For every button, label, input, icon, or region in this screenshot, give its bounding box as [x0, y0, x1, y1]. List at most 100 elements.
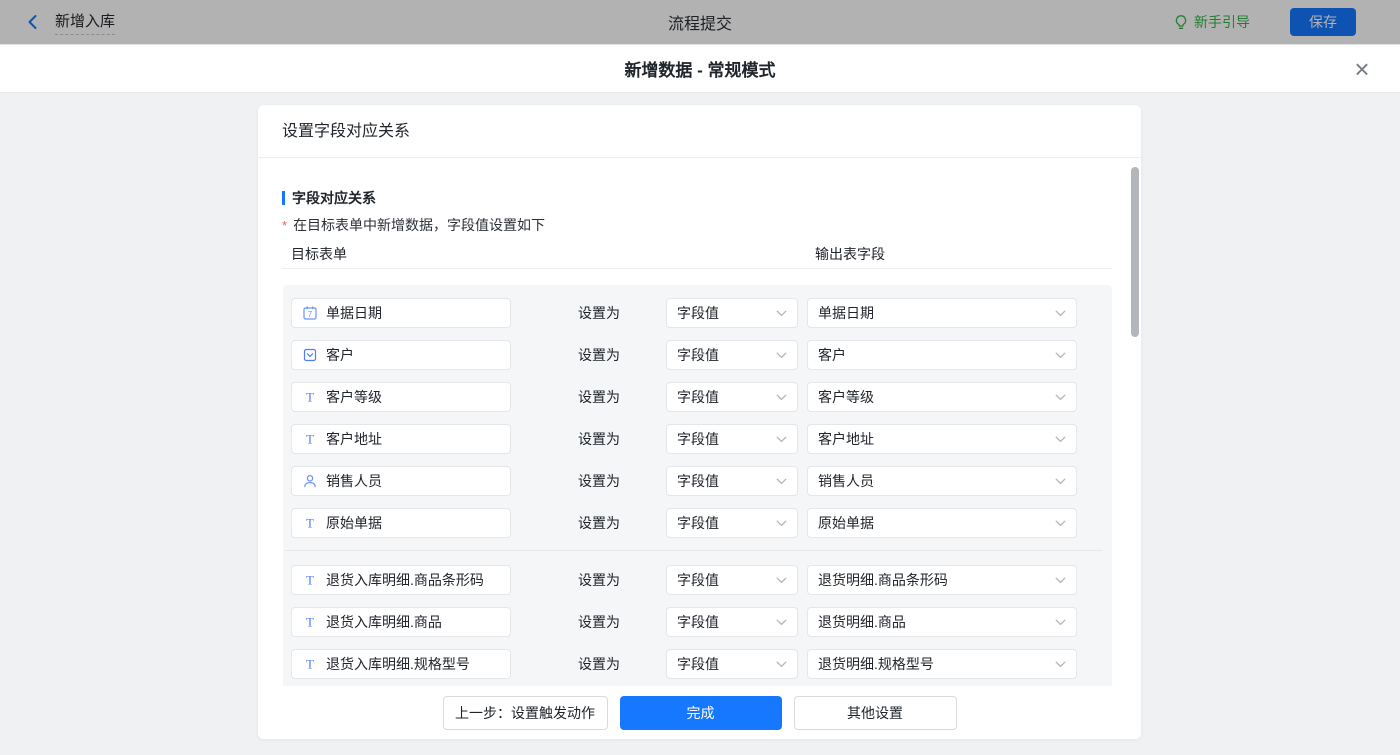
mapping-row: T客户等级设置为字段值客户等级 [291, 382, 1112, 412]
target-field-box: T客户地址 [291, 424, 511, 454]
column-divider [282, 268, 1112, 269]
section-description-text: 在目标表单中新增数据，字段值设置如下 [293, 217, 545, 233]
column-header-output: 输出表字段 [815, 244, 885, 264]
set-as-label: 设置为 [578, 345, 620, 365]
chevron-down-icon [776, 478, 787, 485]
group-divider [285, 550, 1102, 551]
chevron-down-icon [776, 436, 787, 443]
user-icon [302, 473, 318, 489]
svg-text:T: T [306, 657, 314, 672]
target-field-box: T退货入库明细.规格型号 [291, 649, 511, 679]
mapping-row: T客户地址 设置为 字段值 客户地址 [291, 424, 1112, 454]
set-as-label: 设置为 [578, 429, 620, 449]
output-field-select[interactable]: 退货明细.商品条形码 [807, 565, 1077, 595]
target-field-box: T 退货入库明细.商品 [291, 607, 511, 637]
lightbulb-icon [1173, 14, 1189, 30]
value-mode-select[interactable]: 字段值 [666, 340, 798, 370]
target-field-label: 退货入库明细.商品 [326, 612, 442, 632]
done-button[interactable]: 完成 [620, 696, 782, 730]
set-as-label: 设置为 [578, 654, 620, 674]
set-as-label: 设置为 [578, 612, 620, 632]
guide-link[interactable]: 新手引导 [1173, 12, 1250, 32]
target-field-label: 客户 [326, 345, 354, 365]
section-accent-bar [282, 191, 285, 205]
target-field-label: 客户地址 [326, 429, 382, 449]
section-title: 字段对应关系 [282, 188, 376, 208]
output-field-select[interactable]: 原始单据 [807, 508, 1077, 538]
value-mode-select[interactable]: 字段值 [666, 508, 798, 538]
other-settings-button[interactable]: 其他设置 [794, 696, 957, 730]
output-field-select[interactable]: 客户等级 [807, 382, 1077, 412]
chevron-down-icon [1055, 478, 1066, 485]
target-field-label: 销售人员 [326, 471, 382, 491]
select-icon [302, 347, 318, 363]
value-mode-text: 字段值 [677, 303, 719, 323]
section-description: *在目标表单中新增数据，字段值设置如下 [282, 215, 545, 235]
output-field-select[interactable]: 单据日期 [807, 298, 1077, 328]
topbar: 新增入库 流程提交 新手引导 保存 [0, 0, 1400, 45]
output-field-text: 客户地址 [818, 429, 874, 449]
chevron-down-icon [776, 619, 787, 626]
value-mode-select[interactable]: 字段值 [666, 424, 798, 454]
prev-step-button[interactable]: 上一步：设置触发动作 [443, 696, 608, 730]
mapping-list: 7单据日期设置为字段值单据日期客户设置为字段值客户T客户等级设置为字段值客户等级… [283, 285, 1112, 686]
guide-label: 新手引导 [1194, 12, 1250, 32]
modal-title: 新增数据 - 常规模式 [624, 56, 775, 81]
value-mode-text: 字段值 [677, 612, 719, 632]
calendar-icon: 7 [302, 305, 318, 321]
section-title-text: 字段对应关系 [292, 188, 376, 208]
output-field-select[interactable]: 销售人员 [807, 466, 1077, 496]
value-mode-text: 字段值 [677, 429, 719, 449]
mapping-row: T 退货入库明细.商品 设置为 字段值 退货明细.商品 [291, 607, 1112, 637]
svg-text:7: 7 [308, 310, 313, 319]
chevron-down-icon [1055, 661, 1066, 668]
value-mode-select[interactable]: 字段值 [666, 565, 798, 595]
close-icon[interactable]: × [1348, 55, 1376, 83]
output-field-select[interactable]: 退货明细.规格型号 [807, 649, 1077, 679]
chevron-down-icon [1055, 520, 1066, 527]
text-icon: T [302, 572, 318, 588]
mapping-row: 销售人员设置为字段值销售人员 [291, 466, 1112, 496]
set-as-label: 设置为 [578, 570, 620, 590]
modal-body: 设置字段对应关系 字段对应关系 *在目标表单中新增数据，字段值设置如下 目标表单… [0, 93, 1400, 755]
save-button[interactable]: 保存 [1290, 8, 1356, 36]
target-field-box: 客户 [291, 340, 511, 370]
output-field-select[interactable]: 客户地址 [807, 424, 1077, 454]
chevron-down-icon [776, 310, 787, 317]
target-field-label: 退货入库明细.商品条形码 [326, 570, 484, 590]
modal-header: 新增数据 - 常规模式 × [0, 45, 1400, 93]
chevron-down-icon [1055, 310, 1066, 317]
text-icon: T [302, 656, 318, 672]
value-mode-text: 字段值 [677, 345, 719, 365]
value-mode-select[interactable]: 字段值 [666, 649, 798, 679]
scrollbar-thumb[interactable] [1131, 167, 1139, 337]
mapping-row: T原始单据设置为字段值原始单据 [291, 508, 1112, 538]
output-field-text: 单据日期 [818, 303, 874, 323]
target-field-label: 单据日期 [326, 303, 382, 323]
value-mode-select[interactable]: 字段值 [666, 382, 798, 412]
chevron-down-icon [776, 394, 787, 401]
chevron-down-icon [1055, 577, 1066, 584]
output-field-select[interactable]: 客户 [807, 340, 1077, 370]
text-icon: T [302, 515, 318, 531]
chevron-down-icon [1055, 619, 1066, 626]
mapping-card: 设置字段对应关系 字段对应关系 *在目标表单中新增数据，字段值设置如下 目标表单… [258, 105, 1141, 739]
output-field-text: 客户 [818, 345, 846, 365]
mapping-row: 客户 设置为 字段值 客户 [291, 340, 1112, 370]
output-field-select[interactable]: 退货明细.商品 [807, 607, 1077, 637]
value-mode-select[interactable]: 字段值 [666, 466, 798, 496]
column-header-target: 目标表单 [291, 244, 347, 264]
value-mode-select[interactable]: 字段值 [666, 607, 798, 637]
text-icon: T [302, 614, 318, 630]
target-field-label: 客户等级 [326, 387, 382, 407]
card-body: 字段对应关系 *在目标表单中新增数据，字段值设置如下 目标表单 输出表字段 7 单… [258, 158, 1141, 686]
target-field-box: T原始单据 [291, 508, 511, 538]
value-mode-select[interactable]: 字段值 [666, 298, 798, 328]
svg-text:T: T [306, 573, 314, 588]
target-field-box: 销售人员 [291, 466, 511, 496]
set-as-label: 设置为 [578, 303, 620, 323]
chevron-down-icon [776, 520, 787, 527]
svg-text:T: T [306, 390, 314, 405]
mapping-row: 7 单据日期 设置为 字段值 单据日期 [291, 298, 1112, 328]
target-field-box: T 退货入库明细.商品条形码 [291, 565, 511, 595]
